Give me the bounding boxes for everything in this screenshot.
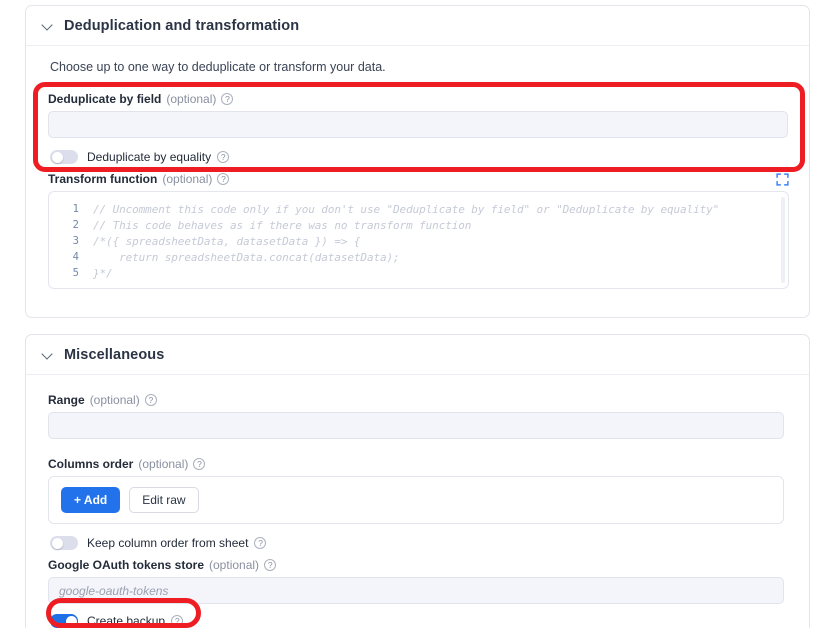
add-button[interactable]: + Add <box>61 487 121 513</box>
panel-header-miscellaneous[interactable]: Miscellaneous <box>26 335 809 375</box>
code-line-text: }*/ <box>93 266 113 280</box>
label-text-range: Range <box>48 393 85 407</box>
label-text-columns-order: Columns order <box>48 457 134 471</box>
columns-order-editor: + Add Edit raw <box>48 476 784 524</box>
label-text-keep-column-order: Keep column order from sheet <box>87 536 249 550</box>
code-line: 2 // This code behaves as if there was n… <box>55 217 782 233</box>
panel-header-deduplication[interactable]: Deduplication and transformation <box>26 6 809 46</box>
code-line-text: // Uncomment this code only if you don't… <box>93 202 720 216</box>
code-line: 5 }*/ <box>55 265 782 281</box>
optional-tag-deduplicate-by-field: (optional) <box>166 92 217 106</box>
label-deduplicate-by-equality: Deduplicate by equality ? <box>87 150 230 164</box>
optional-tag-transform-function: (optional) <box>162 172 213 186</box>
toggle-row-create-backup[interactable]: Create backup ? <box>50 614 789 628</box>
optional-tag-google-oauth-tokens-store: (optional) <box>209 558 260 572</box>
help-circle-icon[interactable]: ? <box>193 458 206 470</box>
help-circle-icon[interactable]: ? <box>217 173 230 185</box>
code-line-number: 3 <box>72 235 79 247</box>
panel-body-deduplication: Choose up to one way to deduplicate or t… <box>26 46 809 317</box>
label-text-create-backup: Create backup <box>87 614 166 628</box>
label-range: Range (optional) ? <box>48 393 789 407</box>
label-text-transform-function: Transform function <box>48 172 158 186</box>
code-line-number: 4 <box>72 251 79 263</box>
keep-column-order-toggle[interactable] <box>50 536 78 550</box>
chevron-down-icon[interactable] <box>42 20 54 32</box>
code-line: 4 return spreadsheetData.concat(datasetD… <box>55 249 782 265</box>
deduplication-helper-text: Choose up to one way to deduplicate or t… <box>50 60 386 74</box>
chevron-down-icon[interactable] <box>42 349 54 361</box>
label-google-oauth-tokens-store: Google OAuth tokens store (optional) ? <box>48 558 789 572</box>
field-columns-order: Columns order (optional) ? + Add Edit ra… <box>48 457 789 524</box>
label-keep-column-order: Keep column order from sheet ? <box>87 536 267 550</box>
panel-deduplication-and-transformation: Deduplication and transformation Choose … <box>25 5 810 318</box>
code-line-text: // This code behaves as if there was no … <box>93 218 472 232</box>
field-transform-function: Transform function (optional) ? 1 // Unc… <box>48 172 789 289</box>
settings-form-page: Deduplication and transformation Choose … <box>0 0 830 628</box>
label-text-google-oauth-tokens-store: Google OAuth tokens store <box>48 558 205 572</box>
help-circle-icon[interactable]: ? <box>217 151 230 163</box>
code-line-number: 5 <box>72 267 79 279</box>
optional-tag-range: (optional) <box>89 393 140 407</box>
help-circle-icon[interactable]: ? <box>254 537 267 549</box>
code-line: 3 /*({ spreadsheetData, datasetData }) =… <box>55 233 782 249</box>
range-input[interactable] <box>48 412 784 439</box>
toggle-row-keep-column-order[interactable]: Keep column order from sheet ? <box>50 536 789 550</box>
deduplicate-by-equality-toggle[interactable] <box>50 150 78 164</box>
panel-miscellaneous: Miscellaneous Range (optional) ? Columns… <box>25 334 810 628</box>
label-deduplicate-by-field: Deduplicate by field (optional) ? <box>48 92 789 106</box>
help-circle-icon[interactable]: ? <box>144 394 157 406</box>
code-line-number: 1 <box>72 203 79 215</box>
label-transform-function: Transform function (optional) ? <box>48 172 230 186</box>
transform-function-label-row: Transform function (optional) ? <box>48 172 789 186</box>
code-line-number: 2 <box>72 219 79 231</box>
help-circle-icon[interactable]: ? <box>171 615 184 627</box>
panel-title-deduplication: Deduplication and transformation <box>64 17 300 34</box>
create-backup-toggle[interactable] <box>50 614 78 628</box>
code-line-text: /*({ spreadsheetData, datasetData }) => … <box>93 234 361 248</box>
optional-tag-columns-order: (optional) <box>138 457 189 471</box>
toggle-row-deduplicate-by-equality[interactable]: Deduplicate by equality ? <box>50 150 789 164</box>
field-range: Range (optional) ? <box>48 393 789 439</box>
panel-body-miscellaneous: Range (optional) ? Columns order (option… <box>26 375 809 628</box>
help-circle-icon[interactable]: ? <box>221 93 234 105</box>
help-circle-icon[interactable]: ? <box>264 559 277 571</box>
deduplicate-by-field-input[interactable] <box>48 111 788 138</box>
label-columns-order: Columns order (optional) ? <box>48 457 789 471</box>
field-google-oauth-tokens-store: Google OAuth tokens store (optional) ? <box>48 558 789 604</box>
panel-title-miscellaneous: Miscellaneous <box>64 346 165 363</box>
code-editor-scrollbar[interactable] <box>781 197 785 283</box>
google-oauth-tokens-store-input[interactable] <box>48 577 784 604</box>
code-line-text: return spreadsheetData.concat(datasetDat… <box>93 250 400 264</box>
label-text-deduplicate-by-equality: Deduplicate by equality <box>87 150 212 164</box>
expand-fullscreen-icon[interactable] <box>776 172 789 186</box>
field-deduplicate-by-field: Deduplicate by field (optional) ? <box>48 92 789 138</box>
code-line: 1 // Uncomment this code only if you don… <box>55 201 782 217</box>
label-create-backup: Create backup ? <box>87 614 184 628</box>
edit-raw-button[interactable]: Edit raw <box>129 487 199 513</box>
label-text-deduplicate-by-field: Deduplicate by field <box>48 92 162 106</box>
transform-function-code-editor[interactable]: 1 // Uncomment this code only if you don… <box>48 191 789 289</box>
